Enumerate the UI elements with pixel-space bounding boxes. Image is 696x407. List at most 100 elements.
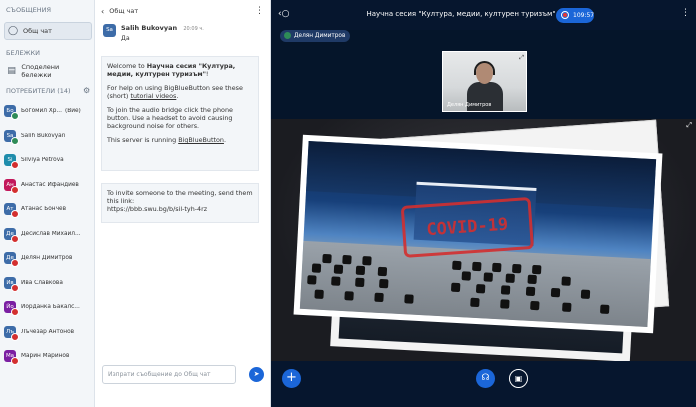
avatar: Ма xyxy=(4,350,19,365)
mic-status-icon xyxy=(11,234,19,243)
mic-status-icon xyxy=(11,332,19,341)
chair xyxy=(322,253,332,264)
welcome-help-suffix: . xyxy=(176,92,179,100)
user-name: Атанас Бончев xyxy=(21,206,66,212)
photo-frame-front: COVID-19 xyxy=(293,134,663,334)
user-list-item[interactable]: Де Десислав Михайл... xyxy=(4,224,90,244)
headphones-icon xyxy=(474,61,495,75)
record-icon xyxy=(561,11,569,19)
user-list-item[interactable]: Ив Ива Славкова xyxy=(4,273,90,293)
tutorial-videos-link[interactable]: tutorial videos xyxy=(130,92,176,100)
back-chevron-icon[interactable]: ‹ xyxy=(101,7,104,16)
user-name: Богомил Хр... xyxy=(21,108,62,114)
avatar: Ат xyxy=(4,203,19,218)
headphones-icon: ☊ xyxy=(481,373,490,383)
chat-message-input[interactable]: Изпрати съобщение до Общ чат xyxy=(102,365,236,384)
chair xyxy=(311,263,322,273)
chair xyxy=(379,278,389,289)
avatar: Sa xyxy=(103,24,116,37)
chair xyxy=(500,299,510,309)
plus-icon: + xyxy=(286,370,297,385)
chair xyxy=(355,265,366,276)
user-you-suffix: (Вие) xyxy=(64,108,81,114)
user-list-item[interactable]: Sa Salih Bukovyan xyxy=(4,126,90,146)
main-area: ‹○ Научна сесия "Култура, медии, културе… xyxy=(271,0,696,407)
user-list-item[interactable]: Ат Атанас Бончев xyxy=(4,199,90,219)
send-button[interactable]: ➤ xyxy=(249,367,264,382)
presentation-fullscreen-icon[interactable]: ⤢ xyxy=(686,121,692,130)
chair xyxy=(314,289,324,299)
chair xyxy=(331,276,341,286)
message-text: Да xyxy=(121,35,130,42)
share-camera-button[interactable]: ▣ xyxy=(509,369,528,388)
meeting-title: Научна сесия "Култура, медии, културен т… xyxy=(366,10,556,18)
chair xyxy=(307,275,317,285)
chat-options-icon[interactable]: ⋮ xyxy=(255,6,264,16)
user-list-item[interactable]: Лъ Лъчезар Антонов xyxy=(4,322,90,342)
welcome-message: Welcome to Научна сесия "Култура, медии,… xyxy=(101,56,259,171)
chair xyxy=(342,254,352,265)
mic-status-icon xyxy=(11,161,19,169)
send-icon: ➤ xyxy=(253,370,260,378)
presenter-badge: Делян Димитров xyxy=(280,30,351,42)
chair xyxy=(377,266,388,277)
users-header: ПОТРЕБИТЕЛИ (14) xyxy=(6,87,71,95)
welcome-server-suffix: . xyxy=(223,136,226,144)
welcome-server-text: This server is running xyxy=(107,136,179,144)
user-name: Десислав Михайл... xyxy=(21,230,81,237)
options-icon[interactable]: ⋮ xyxy=(681,8,690,18)
chair xyxy=(362,255,372,266)
sidebar-item-public-chat[interactable]: ◯ Общ чат xyxy=(4,22,92,40)
presentation-area[interactable]: COVID-19 ⤢ xyxy=(271,119,696,361)
avatar: Йо xyxy=(4,301,19,316)
user-name: Salih Bukovyan xyxy=(21,132,66,139)
chair xyxy=(562,302,572,312)
user-name: Ива Славкова xyxy=(21,279,63,286)
user-list-item[interactable]: Де Делян Димитров xyxy=(4,248,90,268)
chat-panel: ‹ Общ чат ⋮ Sa Salih Bukovyan 20:09 ч. Д… xyxy=(95,0,271,407)
chair xyxy=(374,292,384,303)
chair xyxy=(452,260,462,271)
user-list-item[interactable]: Йо Йорданка Бакалс... xyxy=(4,297,90,317)
user-list-item[interactable]: Ан Анастас Ифандиев xyxy=(4,175,90,195)
invite-message: To invite someone to the meeting, send t… xyxy=(101,183,259,223)
mic-status-icon xyxy=(11,357,19,365)
avatar: Де xyxy=(4,252,19,267)
user-name: Марин Маринов xyxy=(21,353,70,359)
invite-link[interactable]: https://bbb.swu.bg/b/sil-tyh-4rz xyxy=(107,205,253,213)
sidebar-item-shared-notes[interactable]: ▤ Споделени бележки xyxy=(4,63,90,79)
chair xyxy=(344,291,354,301)
chat-header: ‹ Общ чат ⋮ xyxy=(95,0,270,22)
hall-photo: COVID-19 xyxy=(299,141,657,327)
chair xyxy=(527,274,537,285)
toggle-userlist-icon[interactable]: ‹○ xyxy=(278,9,289,19)
avatar: Бо xyxy=(4,105,19,120)
webcam-video[interactable]: ⤢ Делян Димитров xyxy=(442,51,527,112)
avatar: Sa xyxy=(4,129,19,145)
mic-status-icon xyxy=(11,283,19,292)
bottom-bar: + ☊ ▣ xyxy=(271,361,696,407)
chair xyxy=(550,287,561,298)
bigbluebutton-link[interactable]: BigBlueButton xyxy=(178,136,224,144)
user-list-item[interactable]: Si Silviya Petrova xyxy=(4,150,90,170)
users-settings-icon[interactable]: ⚙ xyxy=(83,86,90,95)
welcome-bang: ! xyxy=(205,70,209,78)
audio-button[interactable]: ☊ xyxy=(476,369,495,388)
camera-off-icon: ▣ xyxy=(514,374,523,383)
actions-button[interactable]: + xyxy=(282,369,301,388)
user-list-item[interactable]: Бо Богомил Хр... (Вие) xyxy=(4,101,90,121)
chair xyxy=(530,300,540,311)
chair xyxy=(492,262,502,273)
fullscreen-icon[interactable]: ⤢ xyxy=(519,54,524,62)
mic-status-icon xyxy=(11,136,19,145)
chair xyxy=(470,297,480,308)
mic-status-icon xyxy=(11,185,19,194)
message-author: Salih Bukovyan xyxy=(121,24,178,32)
message-time: 20:09 ч. xyxy=(183,26,204,32)
recording-indicator[interactable]: 109:57 xyxy=(556,8,594,23)
user-list-item[interactable]: Ма Марин Маринов xyxy=(4,346,90,366)
chat-title: Общ чат xyxy=(109,7,139,15)
public-chat-label: Общ чат xyxy=(23,27,52,35)
user-name: Silviya Petrova xyxy=(21,157,64,163)
user-name: Анастас Ифандиев xyxy=(21,181,79,188)
